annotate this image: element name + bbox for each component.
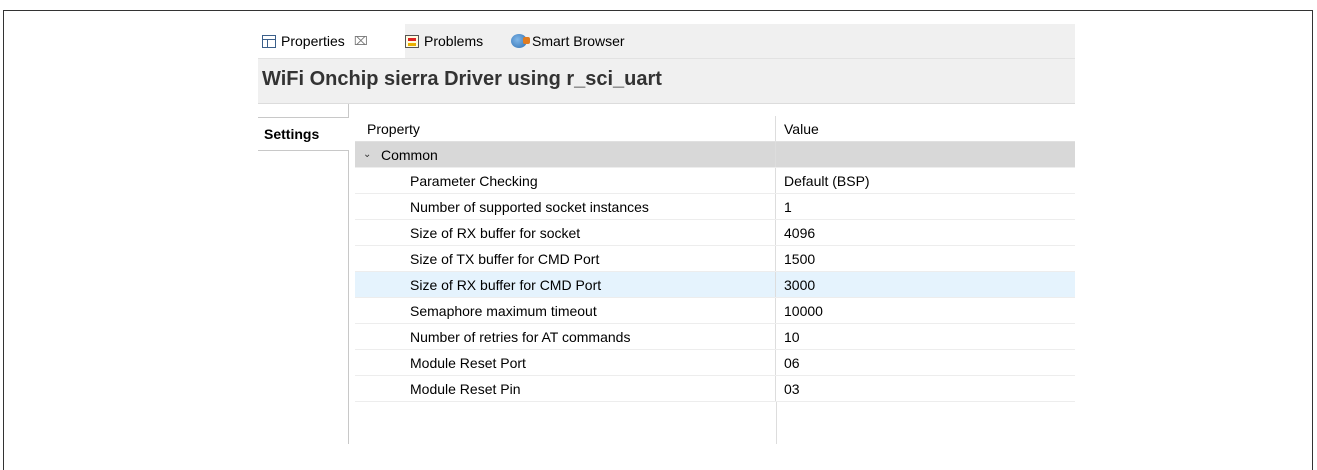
title-bar: WiFi Onchip sierra Driver using r_sci_ua…	[258, 58, 1075, 104]
property-value[interactable]: Default (BSP)	[776, 168, 1075, 193]
properties-view: Properties ⌧ Problems Smart Browser WiFi…	[258, 24, 1075, 444]
tab-smart-browser[interactable]: Smart Browser	[511, 24, 625, 58]
property-name: Module Reset Port	[355, 350, 776, 375]
property-name: Parameter Checking	[355, 168, 776, 193]
property-name: Size of RX buffer for socket	[355, 220, 776, 245]
column-divider	[776, 402, 777, 444]
group-label: Common	[381, 146, 438, 163]
property-name: Number of supported socket instances	[355, 194, 776, 219]
property-value[interactable]: 1500	[776, 246, 1075, 271]
table-row[interactable]: Semaphore maximum timeout 10000	[355, 298, 1075, 324]
property-name: Semaphore maximum timeout	[355, 298, 776, 323]
property-value[interactable]: 06	[776, 350, 1075, 375]
table-row-selected[interactable]: Size of RX buffer for CMD Port 3000	[355, 272, 1075, 298]
smart-browser-icon	[511, 34, 530, 48]
column-header-value[interactable]: Value	[776, 116, 1075, 141]
properties-icon	[262, 34, 276, 48]
close-icon[interactable]: ⌧	[354, 34, 368, 48]
group-row-common[interactable]: ⌄ Common	[355, 142, 1075, 168]
property-value[interactable]: 1	[776, 194, 1075, 219]
property-value[interactable]: 10000	[776, 298, 1075, 323]
property-value[interactable]: 3000	[776, 272, 1075, 297]
tab-problems[interactable]: Problems	[405, 24, 483, 58]
table-row[interactable]: Size of RX buffer for socket 4096	[355, 220, 1075, 246]
tab-problems-label: Problems	[424, 33, 484, 49]
group-value-cell	[776, 142, 1075, 167]
property-value[interactable]: 10	[776, 324, 1075, 349]
tab-settings[interactable]: Settings	[258, 117, 349, 151]
property-name: Module Reset Pin	[355, 376, 776, 401]
tab-properties[interactable]: Properties ⌧	[258, 24, 405, 58]
property-value[interactable]: 03	[776, 376, 1075, 401]
table-row[interactable]: Number of retries for AT commands 10	[355, 324, 1075, 350]
table-row[interactable]: Module Reset Port 06	[355, 350, 1075, 376]
page-title: WiFi Onchip sierra Driver using r_sci_ua…	[262, 68, 662, 90]
tab-settings-label: Settings	[264, 126, 320, 142]
chevron-down-icon[interactable]: ⌄	[363, 149, 373, 160]
side-tab-strip: Settings	[258, 104, 349, 444]
tab-properties-label: Properties	[281, 33, 345, 49]
property-name: Number of retries for AT commands	[355, 324, 776, 349]
property-name: Size of RX buffer for CMD Port	[355, 272, 776, 297]
table-row[interactable]: Number of supported socket instances 1	[355, 194, 1075, 220]
table-header: Property Value	[355, 116, 1075, 142]
property-value[interactable]: 4096	[776, 220, 1075, 245]
column-header-property[interactable]: Property	[355, 116, 776, 141]
property-name: Size of TX buffer for CMD Port	[355, 246, 776, 271]
table-row[interactable]: Parameter Checking Default (BSP)	[355, 168, 1075, 194]
table-row[interactable]: Module Reset Pin 03	[355, 376, 1075, 402]
table-row[interactable]: Size of TX buffer for CMD Port 1500	[355, 246, 1075, 272]
group-cell: ⌄ Common	[355, 142, 776, 167]
problems-icon	[405, 34, 419, 48]
tab-smart-browser-label: Smart Browser	[532, 33, 625, 49]
view-tab-bar: Properties ⌧ Problems Smart Browser	[258, 24, 1075, 58]
